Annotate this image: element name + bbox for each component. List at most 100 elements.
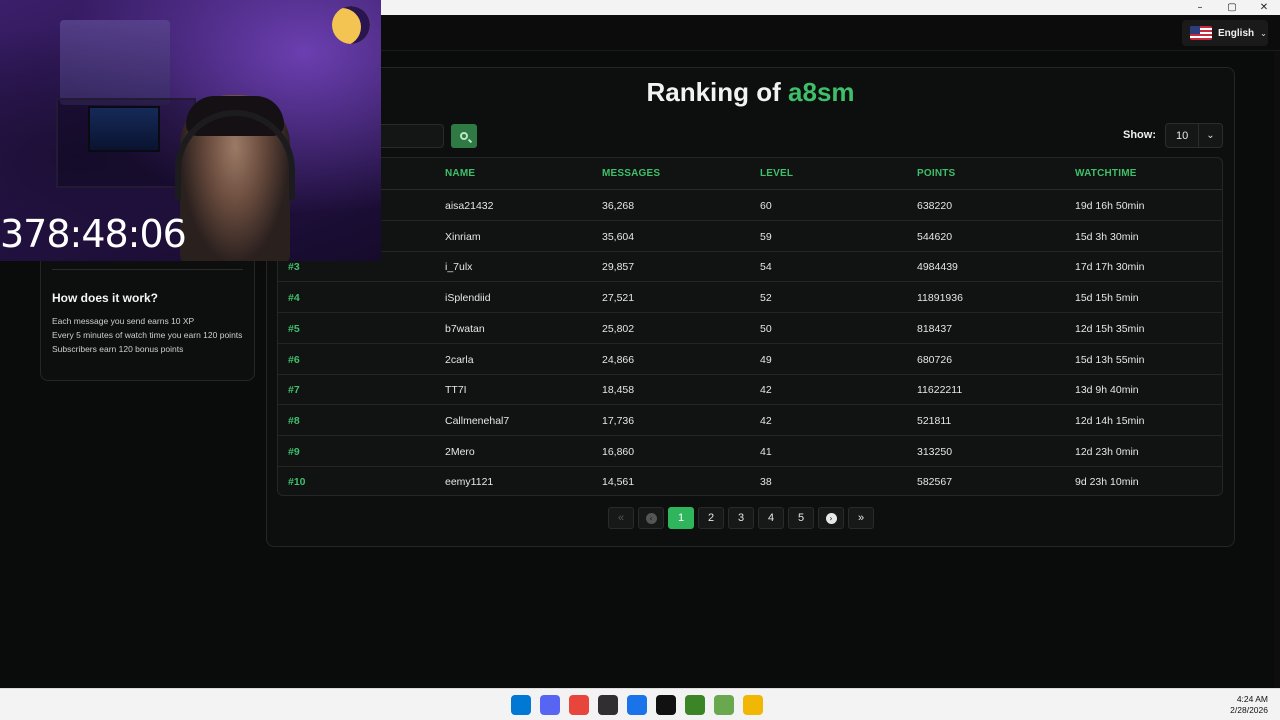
cell-points: 638220 [917,200,953,212]
cell-watchtime: 9d 23h 10min [1075,476,1139,489]
language-selector[interactable]: English ⌄ [1182,20,1268,46]
cell-messages: 35,604 [602,230,635,243]
page-4-button[interactable]: 4 [758,507,784,529]
webcam-overlay: 378:48:06 [0,0,381,261]
search-input[interactable] [380,124,444,148]
table-row: #7 TT7I 18,458 42 11622211 13d 9h 40min [278,374,1222,406]
taskbar-clock[interactable]: 4:24 AM 2/28/2026 [1230,694,1268,716]
table-row: #9 2Mero 16,860 41 313250 12d 23h 0min [278,436,1222,467]
cell-name: aisa21432 [445,200,494,212]
page-title: Ranking of a8sm [266,77,1235,108]
show-count-select[interactable]: 10 ⌄ [1165,123,1223,148]
table-row: Xinriam 35,604 59 544620 15d 3h 30min [278,221,1222,252]
page-2-button[interactable]: 2 [698,507,724,529]
cell-messages: 17,736 [602,414,635,427]
title-prefix: Ranking of [646,77,781,107]
table-row: #8 Callmenehal7 17,736 42 521811 12d 14h 15mi… [278,405,1222,436]
prev-page-button[interactable]: ‹ [638,507,664,529]
cell-level: 42 [760,384,772,397]
cell-watchtime: 12d 15h 35min [1075,322,1145,335]
cell-points: 521811 [917,414,952,427]
page-5-button[interactable]: 5 [788,507,814,529]
table-header: NAME MESSAGES LEVEL POINTS WATCHTIME [278,158,1222,190]
cell-rank: #6 [288,353,300,366]
show-count-value: 10 [1176,129,1189,142]
cell-rank: #3 [288,261,300,274]
cell-points: 818437 [917,322,953,335]
cell-name: i_7ulx [445,261,473,274]
windows-start-icon[interactable] [511,695,531,715]
scrollbar[interactable] [1274,51,1280,688]
chrome-icon[interactable] [569,695,589,715]
how-line-subscribers: Subscribers earn 120 bonus points [52,344,184,354]
cell-messages: 24,866 [602,353,635,366]
cell-level: 42 [760,414,772,427]
page-1-button[interactable]: 1 [668,507,694,529]
cell-name: iSplendiid [445,292,491,305]
cell-points: 544620 [917,230,953,243]
col-points[interactable]: POINTS [917,168,955,179]
cell-name: eemy1121 [445,476,494,489]
window-controls: – ▢ ✕ [1184,0,1280,15]
stream-timer: 378:48:06 [0,212,187,256]
taskbar-icons [511,695,763,715]
page-3-button[interactable]: 3 [728,507,754,529]
cell-points: 582567 [917,476,953,489]
col-messages[interactable]: MESSAGES [602,168,660,179]
show-label: Show: [1123,129,1156,141]
cell-name: 2carla [445,353,474,366]
cell-points: 11622211 [917,384,963,397]
obs-icon[interactable] [598,695,618,715]
discord-icon[interactable] [540,695,560,715]
col-name[interactable]: NAME [445,168,475,179]
first-page-button[interactable]: « [608,507,634,529]
cell-messages: 18,458 [602,384,635,397]
chevron-left-icon: ‹ [645,512,657,524]
cell-watchtime: 13d 9h 40min [1075,384,1139,397]
channel-name: a8sm [788,77,855,107]
cell-rank: #8 [288,414,300,427]
clock-date: 2/28/2026 [1230,705,1268,715]
minecraft-icon[interactable] [685,695,705,715]
file-explorer-icon[interactable] [743,695,763,715]
close-button[interactable]: ✕ [1248,0,1280,15]
cell-name: TT7I [445,384,467,397]
moon-logo-icon [332,6,370,44]
cell-level: 41 [760,445,772,458]
col-watchtime[interactable]: WATCHTIME [1075,168,1137,179]
webcam-monitor [88,106,160,152]
table-row: #6 2carla 24,866 49 680726 15d 13h 55min [278,344,1222,375]
table-row: #5 b7watan 25,802 50 818437 12d 15h 35min [278,313,1222,344]
cell-messages: 27,521 [602,292,635,305]
cell-watchtime: 15d 3h 30min [1075,230,1139,243]
cell-level: 60 [760,200,772,212]
table-row: #10 eemy1121 14,561 38 582567 9d 23h 10min [278,466,1222,497]
cell-name: b7watan [445,322,485,335]
cell-rank: #9 [288,445,300,458]
minecraft-launcher-icon[interactable] [714,695,734,715]
cell-watchtime: 15d 13h 55min [1075,353,1145,366]
search-button[interactable] [451,124,477,148]
cell-level: 38 [760,476,772,489]
last-page-button[interactable]: » [848,507,874,529]
minimize-button[interactable]: – [1184,0,1216,15]
maximize-button[interactable]: ▢ [1216,0,1248,15]
how-it-works-title: How does it work? [52,291,159,305]
taskbar: 4:24 AM 2/28/2026 [0,688,1280,720]
cell-messages: 29,857 [602,261,635,274]
col-level[interactable]: LEVEL [760,168,793,179]
how-line-watchtime: Every 5 minutes of watch time you earn 1… [52,330,243,340]
cell-level: 52 [760,292,772,305]
cell-points: 4984439 [917,261,958,274]
cell-name: Callmenehal7 [445,414,510,427]
clock-time: 4:24 AM [1236,694,1268,704]
next-page-button[interactable]: › [818,507,844,529]
cell-watchtime: 12d 23h 0min [1075,445,1139,458]
us-flag-icon [1190,26,1212,40]
cell-rank: #10 [288,476,306,489]
table-row: #3 i_7ulx 29,857 54 4984439 17d 17h 30min [278,251,1222,283]
cell-level: 54 [760,261,772,274]
bing-icon[interactable] [627,695,647,715]
capcut-icon[interactable] [656,695,676,715]
cell-messages: 14,561 [602,476,635,489]
